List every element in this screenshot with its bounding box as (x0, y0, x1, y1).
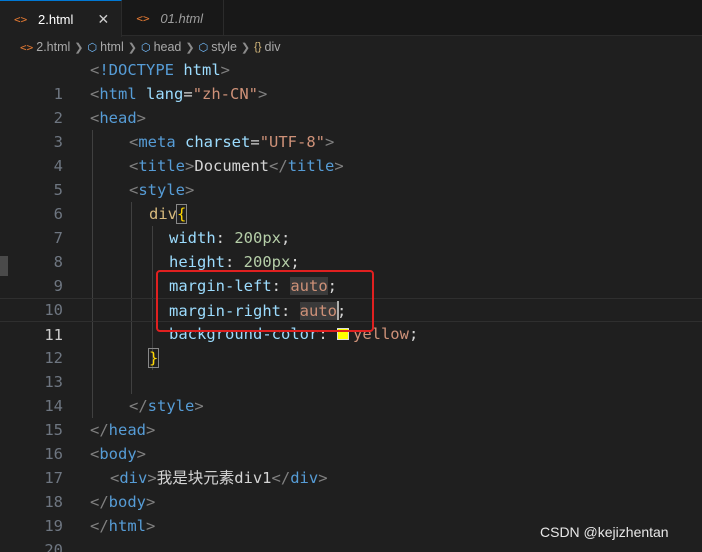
code-line: 8 width: 200px; (0, 226, 702, 271)
code-line: 1 <!DOCTYPE html> (0, 58, 702, 103)
code-line: 17 <body> (0, 442, 702, 487)
breadcrumb-label: style (211, 40, 237, 54)
code-line: 6 <style> (0, 178, 702, 223)
code-line: 5 <title>Document</title> (0, 154, 702, 199)
tab-2-html[interactable]: <> 2.html ✕ (0, 0, 123, 37)
breadcrumb-item-head[interactable]: ⬡ head (141, 40, 181, 54)
code-line: 19 </body> (0, 490, 702, 535)
line-number: 20 (44, 541, 63, 552)
watermark: CSDN @kejizhentan (540, 524, 669, 540)
close-icon[interactable]: ✕ (95, 11, 111, 28)
code-line: 4 <meta charset="UTF-8"> (0, 130, 702, 175)
code-line: 16 </head> (0, 418, 702, 463)
cube-icon: ⬡ (198, 41, 209, 54)
breadcrumb-label: div (264, 40, 281, 54)
code-line: 7 div{ (0, 202, 702, 247)
chevron-right-icon: ❯ (74, 41, 84, 54)
breadcrumb-item-div[interactable]: {} div (254, 40, 280, 54)
breadcrumb: <> 2.html ❯ ⬡ html ❯ ⬡ head ❯ ⬡ style ❯ {} di… (0, 36, 702, 58)
breadcrumb-item-html[interactable]: ⬡ html (88, 40, 124, 54)
html-file-icon: <> (20, 40, 34, 54)
breadcrumb-label: head (153, 40, 182, 54)
breadcrumb-item-file[interactable]: <> 2.html (20, 40, 70, 54)
code-editor[interactable]: 1 <!DOCTYPE html> 2 <html lang="zh-CN"> … (0, 58, 702, 552)
css-selector-icon: {} (254, 41, 262, 53)
code-line: 3 <head> (0, 106, 702, 151)
code-line: 2 <html lang="zh-CN"> (0, 82, 702, 127)
breadcrumb-item-style[interactable]: ⬡ style (199, 40, 237, 54)
breadcrumb-label: 2.html (36, 40, 71, 54)
cube-icon: ⬡ (140, 41, 151, 54)
html-file-icon: <> (14, 12, 28, 26)
code-line: 18 <div>我是块元素div1</div> (0, 466, 702, 511)
annotation-highlight-box (156, 270, 374, 332)
code-line: 14 (0, 370, 702, 415)
breadcrumb-label: html (100, 40, 124, 54)
tab-label: 2.html (38, 11, 74, 27)
code-line: 13 } (0, 346, 702, 391)
chevron-right-icon: ❯ (127, 41, 137, 54)
tab-01-html[interactable]: <> 01.html (122, 0, 225, 36)
html-file-icon: <> (136, 11, 150, 25)
tab-label: 01.html (160, 10, 204, 26)
cube-icon: ⬡ (87, 41, 98, 54)
chevron-right-icon: ❯ (185, 41, 195, 54)
code-line: 15 </style> (0, 394, 702, 439)
chevron-right-icon: ❯ (240, 41, 251, 54)
tab-bar: <> 2.html ✕ <> 01.html (0, 0, 702, 37)
